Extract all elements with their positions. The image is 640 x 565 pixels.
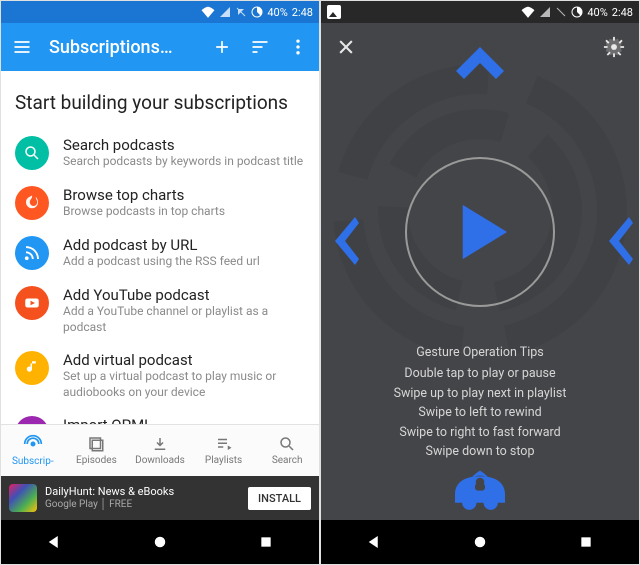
battery-text: 40% [587, 6, 607, 19]
tab-search[interactable]: Search [255, 425, 319, 476]
add-icon[interactable] [211, 36, 233, 58]
more-icon[interactable] [287, 36, 309, 58]
data-off-icon [555, 6, 567, 18]
item-title: Add podcast by URL [63, 236, 260, 254]
tip-line: Swipe up to play next in playlist [321, 384, 639, 403]
tip-line: Swipe to right to fast forward [321, 423, 639, 442]
tips-title: Gesture Operation Tips [321, 343, 639, 362]
phone-right: 40% 2:48 Gesture Operation Tips Double t… [320, 0, 640, 565]
item-title: Add YouTube podcast [63, 286, 305, 304]
appbar-title: Subscriptions… [49, 37, 195, 58]
tab-label: Downloads [135, 455, 185, 466]
back-button[interactable] [34, 527, 74, 557]
home-button[interactable] [140, 527, 180, 557]
battery-icon [251, 6, 263, 18]
tab-playlists[interactable]: Playlists [192, 425, 256, 476]
content: Start building your subscriptions Search… [1, 71, 319, 458]
signal-icon [219, 6, 231, 18]
ad-banner[interactable]: DailyHunt: News & eBooksGoogle Play │ FR… [1, 476, 319, 520]
car-mode-icon[interactable] [444, 462, 516, 516]
menu-icon[interactable] [11, 36, 33, 58]
tab-label: Episodes [76, 455, 117, 466]
tab-label: Subscrip- [12, 456, 54, 467]
gear-icon[interactable] [603, 36, 625, 58]
tab-subscriptions[interactable]: Subscrip- [1, 425, 65, 476]
item-sub: Browse podcasts in top charts [63, 204, 225, 220]
phone-left: 40% 2:48 Subscriptions… Start building y… [0, 0, 320, 565]
gesture-tips: Gesture Operation Tips Double tap to pla… [321, 343, 639, 461]
ad-title: DailyHunt: News & eBooks [45, 485, 240, 498]
app-bar: Subscriptions… [1, 23, 319, 71]
home-button[interactable] [460, 527, 500, 557]
list-item[interactable]: Search podcastsSearch podcasts by keywor… [15, 128, 305, 178]
item-sub: Add a YouTube channel or playlist as a p… [63, 304, 305, 335]
list-item[interactable]: Add YouTube podcastAdd a YouTube channel… [15, 278, 305, 343]
swipe-up-icon[interactable] [452, 43, 508, 87]
signal-icon [539, 6, 551, 18]
fire-icon [15, 186, 49, 220]
recents-button[interactable] [246, 527, 286, 557]
list-item[interactable]: Add virtual podcastSet up a virtual podc… [15, 343, 305, 408]
status-bar: 40% 2:48 [1, 1, 319, 23]
status-bar: 40% 2:48 [321, 1, 639, 23]
tip-line: Swipe to left to rewind [321, 403, 639, 422]
youtube-icon [15, 286, 49, 320]
tip-line: Swipe down to stop [321, 442, 639, 461]
rss-icon [15, 236, 49, 270]
tab-downloads[interactable]: Downloads [128, 425, 192, 476]
tab-label: Playlists [205, 455, 242, 466]
android-nav [1, 520, 319, 564]
item-title: Search podcasts [63, 136, 303, 154]
clock-text: 2:48 [292, 6, 313, 19]
item-sub: Search podcasts by keywords in podcast t… [63, 154, 303, 170]
recents-button[interactable] [566, 527, 606, 557]
play-button[interactable] [405, 157, 555, 307]
tip-line: Double tap to play or pause [321, 364, 639, 383]
player-body[interactable]: Gesture Operation Tips Double tap to pla… [321, 71, 639, 520]
item-sub: Set up a virtual podcast to play music o… [63, 369, 305, 400]
screenshot-icon [327, 5, 341, 19]
wifi-icon [521, 6, 535, 18]
item-title: Browse top charts [63, 186, 225, 204]
tab-label: Search [272, 455, 303, 466]
wifi-icon [201, 6, 215, 18]
tab-episodes[interactable]: Episodes [65, 425, 129, 476]
item-title: Add virtual podcast [63, 351, 305, 369]
music-note-icon [15, 351, 49, 385]
bottom-nav: Subscrip- Episodes Downloads Playlists S… [1, 424, 319, 476]
page-heading: Start building your subscriptions [15, 91, 305, 114]
clock-text: 2:48 [612, 6, 633, 19]
ad-sub: Google Play │ FREE [45, 499, 240, 511]
ad-app-icon [9, 484, 37, 512]
item-sub: Add a podcast using the RSS feed url [63, 254, 260, 270]
battery-text: 40% [267, 6, 287, 19]
install-button[interactable]: INSTALL [248, 487, 311, 510]
list-item[interactable]: Add podcast by URLAdd a podcast using th… [15, 228, 305, 278]
swipe-right-icon[interactable] [601, 213, 633, 273]
list-item[interactable]: Browse top chartsBrowse podcasts in top … [15, 178, 305, 228]
search-icon [15, 136, 49, 170]
battery-icon [571, 6, 583, 18]
back-button[interactable] [354, 527, 394, 557]
close-icon[interactable] [335, 36, 357, 58]
swipe-left-icon[interactable] [327, 213, 359, 273]
sort-icon[interactable] [249, 36, 271, 58]
android-nav [321, 520, 639, 564]
data-off-icon [235, 6, 247, 18]
